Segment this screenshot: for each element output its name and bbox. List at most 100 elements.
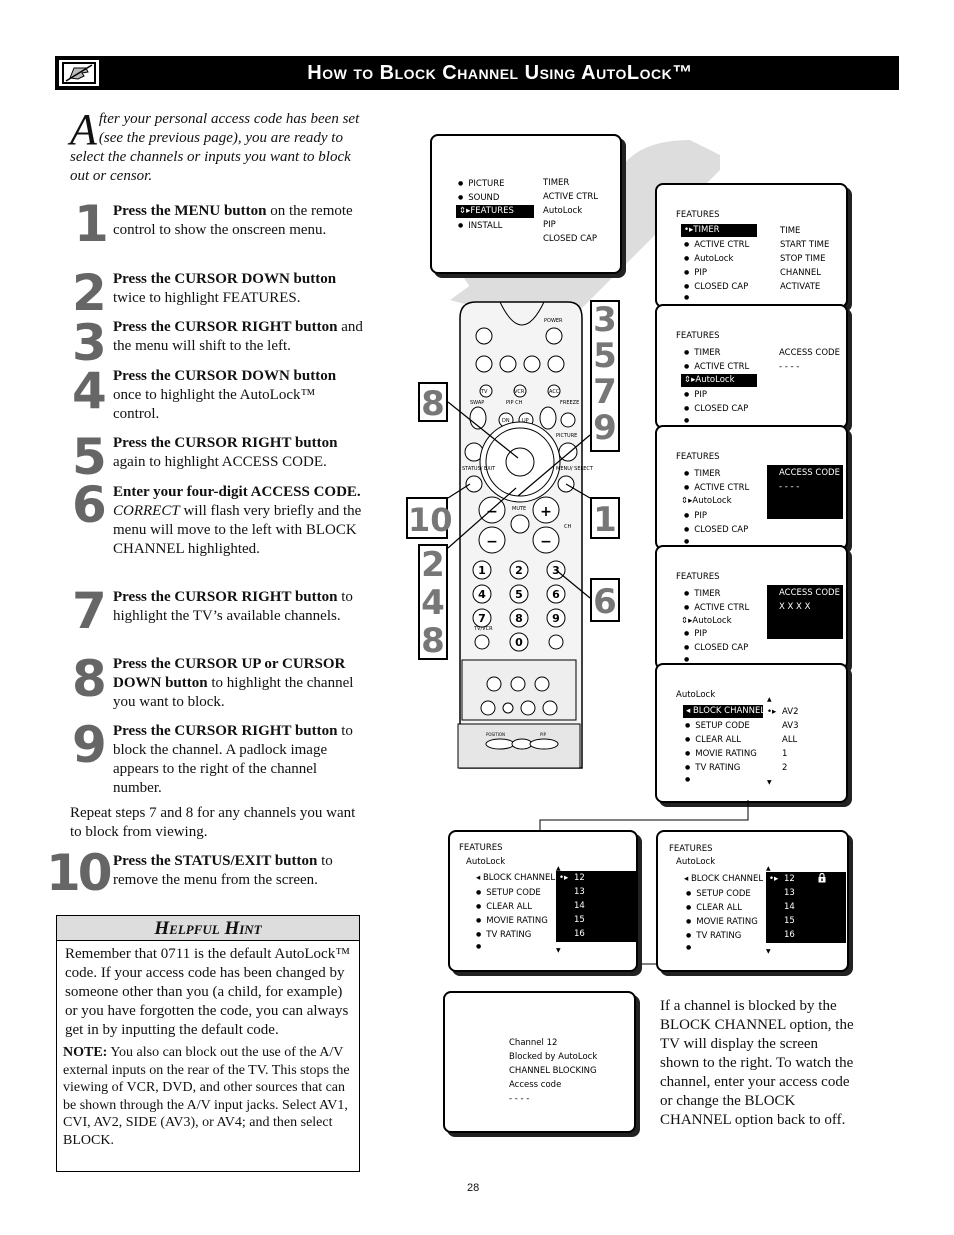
- blocked-line: Channel 12: [509, 1038, 558, 1048]
- menu-item: PIP: [684, 388, 707, 402]
- step-text: Press the CURSOR RIGHT button and the me…: [113, 318, 363, 356]
- menu-item-empty: [686, 941, 696, 955]
- screen-subtitle: AutoLock: [676, 857, 716, 867]
- step-bold: Press the CURSOR DOWN button: [113, 368, 337, 384]
- screen-title: FEATURES: [676, 210, 720, 220]
- tv-screen-features-autolock: FEATURES TIMER ACTIVE CTRL ⇕▸AutoLock PI…: [655, 304, 848, 429]
- svg-text:−: −: [540, 534, 552, 550]
- menu-item: TIMER: [684, 467, 720, 481]
- step-text: Press the STATUS/EXIT button to remove t…: [113, 852, 363, 890]
- step-number: 8: [72, 650, 107, 708]
- position-label: POSITION: [486, 732, 505, 737]
- step-body: once to highlight the AutoLock™ control.: [113, 387, 316, 422]
- freeze-label: FREEZE: [560, 400, 579, 406]
- cursor-icon: •▸: [769, 874, 779, 884]
- menu-item: SETUP CODE: [685, 719, 750, 733]
- digit-button: 2: [515, 564, 523, 577]
- screen-title: FEATURES: [676, 572, 720, 582]
- step-text: Press the CURSOR RIGHT button to block t…: [113, 722, 363, 798]
- digit-button: 8: [515, 612, 523, 625]
- dn-label: DN: [502, 418, 510, 424]
- channel-number: 14: [784, 902, 795, 912]
- vcr-label: VCR: [514, 389, 525, 395]
- power-label: POWER: [544, 318, 563, 324]
- menu-item-empty: [684, 291, 694, 305]
- step-text: Press the MENU button on the remote cont…: [113, 202, 363, 240]
- option-value: ALL: [782, 735, 798, 745]
- digit-button: 1: [478, 564, 486, 577]
- step-text: Enter your four-digit ACCESS CODE. CORRE…: [113, 483, 363, 559]
- tv-screen-features-timer: FEATURES •▸TIMER ACTIVE CTRL AutoLock PI…: [655, 183, 848, 308]
- callout-number: 7: [593, 372, 617, 412]
- submenu-item: CHANNEL: [780, 268, 821, 278]
- access-code-panel: ACCESS CODE X X X X: [767, 585, 843, 639]
- menu-item: ACTIVE CTRL: [684, 481, 749, 495]
- ch-label: CH: [564, 524, 571, 530]
- step-bold: Press the CURSOR RIGHT button: [113, 723, 338, 739]
- up-label: UP: [522, 418, 529, 424]
- tv-screen-channel-locked: FEATURES AutoLock ▲ ◂ BLOCK CHANNEL SETU…: [656, 830, 849, 972]
- channel-number: 13: [784, 888, 795, 898]
- tv-screen-channel-blocked: Channel 12 Blocked by AutoLock CHANNEL B…: [443, 991, 636, 1133]
- step-text: Press the CURSOR UP or CURSOR DOWN butto…: [113, 655, 363, 712]
- status-exit-label: STATUS/ EXIT: [462, 466, 496, 472]
- menu-select-label: MENU/ SELECT: [556, 466, 594, 472]
- callout-step-8: 8: [418, 382, 448, 424]
- swap-label: SWAP: [470, 400, 484, 406]
- menu-item: PIP: [684, 509, 707, 523]
- callout-number: 5: [593, 336, 617, 376]
- tv-screen-autolock-menu: AutoLock ▲ ◂ BLOCK CHANNEL SETUP CODE CL…: [655, 663, 848, 803]
- step-bold: Enter your four-digit ACCESS CODE.: [113, 484, 361, 500]
- channel-number: 12: [574, 873, 585, 883]
- remote-control: POWER TV VCR ACC SWAP PIP CH DN UP FREEZ…: [457, 301, 594, 769]
- blocked-line: - - - -: [509, 1094, 530, 1104]
- step-number: 3: [72, 314, 107, 372]
- screen-title: AutoLock: [676, 690, 716, 700]
- padlock-icon: [818, 872, 826, 888]
- screen-subtitle: AutoLock: [466, 857, 506, 867]
- screen-title: FEATURES: [676, 331, 720, 341]
- menu-item-selected: ◂ BLOCK CHANNEL: [476, 873, 556, 883]
- submenu-item: PIP: [543, 220, 556, 230]
- tv-screen-access-entered: FEATURES TIMER ACTIVE CTRL ⇕▸AutoLock PI…: [655, 545, 848, 670]
- menu-item: MOVIE RATING: [685, 747, 757, 761]
- menu-item: PIP: [684, 266, 707, 280]
- menu-item: TIMER: [684, 346, 720, 360]
- channel-number: 14: [574, 901, 585, 911]
- option-value: 1: [782, 749, 788, 759]
- channel-number: 12: [784, 874, 795, 884]
- menu-item: AutoLock: [684, 252, 733, 266]
- step-number: 6: [72, 476, 107, 534]
- step-text: Press the CURSOR DOWN button once to hig…: [113, 367, 363, 424]
- channel-number: 15: [574, 915, 585, 925]
- step-number: 2: [72, 264, 107, 322]
- acc-label: ACC: [549, 389, 560, 395]
- step-bold: Press the CURSOR RIGHT button: [113, 319, 338, 335]
- step-text: Press the CURSOR DOWN button twice to hi…: [113, 270, 363, 308]
- digit-button: 9: [552, 612, 560, 625]
- hint-paragraph: Remember that 0711 is the default AutoLo…: [65, 946, 350, 1038]
- menu-item-selected: ⇕▸AutoLock: [681, 374, 757, 387]
- submenu-item: CLOSED CAP: [543, 234, 597, 244]
- step-body: again to highlight ACCESS CODE.: [113, 454, 327, 470]
- menu-item-selected: ⇕▸FEATURES: [456, 205, 534, 218]
- channel-number: 16: [784, 930, 795, 940]
- digit-button: 3: [552, 564, 560, 577]
- scroll-down-icon: ▼: [767, 779, 772, 786]
- note-text: You also can block out the use of the A/…: [63, 1045, 350, 1148]
- menu-item: PICTURE: [458, 177, 504, 191]
- step-number: 9: [72, 716, 107, 774]
- menu-item-selected: ⇕▸AutoLock: [681, 496, 732, 506]
- channel-number: 16: [574, 929, 585, 939]
- menu-item: CLEAR ALL: [686, 901, 742, 915]
- repeat-note: Repeat steps 7 and 8 for any channels yo…: [70, 805, 356, 840]
- svg-text:−: −: [486, 534, 498, 550]
- pip-label: PIP: [540, 732, 547, 737]
- menu-item-empty: [685, 773, 695, 787]
- screen-title: FEATURES: [676, 452, 720, 462]
- menu-item: SETUP CODE: [476, 886, 541, 900]
- menu-item-selected: ◂ BLOCK CHANNEL: [684, 874, 764, 884]
- tv-label: TV: [480, 389, 488, 395]
- channel-panel: •▸ 12 13 14 15 16: [766, 872, 846, 943]
- channel-number: 13: [574, 887, 585, 897]
